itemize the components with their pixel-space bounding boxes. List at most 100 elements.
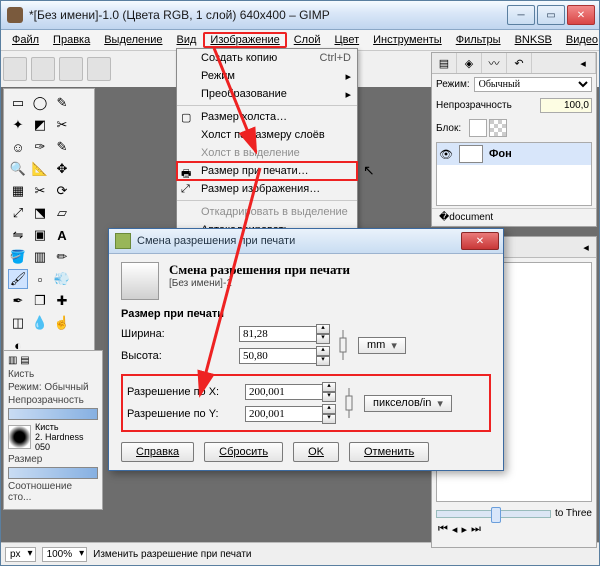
menu-item-canvas-size[interactable]: ▢Размер холста…: [177, 108, 357, 126]
menu-view[interactable]: Вид: [170, 32, 204, 48]
resy-step-up[interactable]: ▴: [322, 404, 336, 414]
tool-perspective-icon[interactable]: ▱: [52, 203, 72, 223]
menu-video[interactable]: Видео: [559, 32, 600, 48]
dialog-close-button[interactable]: ✕: [461, 232, 499, 250]
height-step-down[interactable]: ▾: [316, 356, 330, 366]
menu-file[interactable]: Файл: [5, 32, 46, 48]
tool-options-tab-icon[interactable]: ▤: [20, 355, 29, 366]
tool-measure-icon[interactable]: 📐: [30, 159, 50, 179]
tool-blur-icon[interactable]: 💧: [30, 313, 50, 333]
nav-next-icon[interactable]: ▸: [461, 523, 467, 536]
menu-item-scale[interactable]: ⤢Размер изображения…: [177, 180, 357, 198]
tool-flip-icon[interactable]: ⇋: [8, 225, 28, 245]
tool-free-select-icon[interactable]: ✎: [52, 93, 72, 113]
menu-item-fit-canvas[interactable]: Холст по размеру слоёв: [177, 126, 357, 144]
menu-layer[interactable]: Слой: [287, 32, 328, 48]
tool-heal-icon[interactable]: ✚: [52, 291, 72, 311]
menu-item-print-size[interactable]: 🖶Размер при печати…: [177, 162, 357, 180]
tool-rect-select-icon[interactable]: ▭: [8, 93, 28, 113]
visibility-icon[interactable]: 👁: [439, 148, 453, 161]
nav-prev-icon[interactable]: ◂: [452, 523, 458, 536]
resx-step-down[interactable]: ▾: [322, 392, 336, 402]
tab-paths-icon[interactable]: 〰: [482, 53, 507, 73]
tool-options-tab-icon[interactable]: ▥: [8, 355, 17, 366]
layer-name[interactable]: Фон: [489, 148, 512, 160]
menu-filters[interactable]: Фильтры: [449, 32, 508, 48]
tool-cage-icon[interactable]: ▣: [30, 225, 50, 245]
panel-menu-icon[interactable]: ◂: [576, 237, 596, 257]
mode-select[interactable]: Обычный: [474, 77, 592, 92]
toolbar-icon[interactable]: [87, 57, 111, 81]
help-button[interactable]: Справка: [121, 442, 194, 462]
tool-text-icon[interactable]: A: [52, 225, 72, 245]
zoom-dropdown[interactable]: 100%: [42, 547, 88, 562]
minimize-button[interactable]: ─: [507, 5, 535, 25]
unit-dropdown[interactable]: px: [5, 547, 36, 562]
menu-bnksb[interactable]: BNKSB: [508, 32, 559, 48]
nav-last-icon[interactable]: ⏭: [471, 523, 481, 536]
tool-ellipse-select-icon[interactable]: ◯: [30, 93, 50, 113]
tool-paths-icon[interactable]: ✑: [30, 137, 50, 157]
toolbar-icon[interactable]: [3, 57, 27, 81]
resx-step-up[interactable]: ▴: [322, 382, 336, 392]
tool-align-icon[interactable]: ▦: [8, 181, 28, 201]
dialog-titlebar[interactable]: Смена разрешения при печати ✕: [109, 229, 503, 254]
tool-blend-icon[interactable]: ▥: [30, 247, 50, 267]
tool-rotate-icon[interactable]: ⟳: [52, 181, 72, 201]
menu-item-create-copy[interactable]: Создать копиюCtrl+D: [177, 49, 357, 67]
tool-eraser-icon[interactable]: ▫: [30, 269, 50, 289]
layer-row[interactable]: 👁 Фон: [437, 143, 591, 165]
resy-input[interactable]: [245, 406, 323, 422]
ok-button[interactable]: OK: [293, 442, 339, 462]
size-slider[interactable]: [8, 467, 98, 479]
tool-color-picker-icon[interactable]: ✎: [52, 137, 72, 157]
width-input[interactable]: [239, 326, 317, 342]
tool-shear-icon[interactable]: ⬔: [30, 203, 50, 223]
tool-pencil-icon[interactable]: ✏: [52, 247, 72, 267]
height-input[interactable]: [239, 348, 317, 364]
width-step-down[interactable]: ▾: [316, 334, 330, 344]
brush-preview-icon[interactable]: [8, 425, 31, 449]
mode-value[interactable]: Обычный: [44, 382, 88, 393]
tool-ink-icon[interactable]: ✒: [8, 291, 28, 311]
tool-move-icon[interactable]: ✥: [52, 159, 72, 179]
tool-smudge-icon[interactable]: ☝: [52, 313, 72, 333]
cancel-button[interactable]: Отменить: [349, 442, 429, 462]
lock-alpha-icon[interactable]: [489, 119, 507, 137]
tool-crop-icon[interactable]: ✂: [30, 181, 50, 201]
tool-zoom-icon[interactable]: 🔍: [8, 159, 28, 179]
menu-item-transform[interactable]: Преобразование: [177, 85, 357, 103]
tool-paintbrush-icon[interactable]: 🖌: [8, 269, 28, 289]
resolution-chain-icon[interactable]: [342, 388, 356, 418]
panel-menu-icon[interactable]: ◂: [571, 53, 596, 73]
tool-scale-icon[interactable]: ⤢: [8, 203, 28, 223]
menu-tools[interactable]: Инструменты: [366, 32, 449, 48]
thumbnail-slider[interactable]: [436, 510, 551, 518]
height-step-up[interactable]: ▴: [316, 346, 330, 356]
toolbar-icon[interactable]: [31, 57, 55, 81]
tab-undo-icon[interactable]: ↶: [507, 53, 532, 73]
opacity-slider[interactable]: [8, 408, 98, 420]
resx-input[interactable]: [245, 384, 323, 400]
tool-foreground-icon[interactable]: ☺: [8, 137, 28, 157]
toolbar-icon[interactable]: [59, 57, 83, 81]
menu-item-mode[interactable]: Режим: [177, 67, 357, 85]
width-step-up[interactable]: ▴: [316, 324, 330, 334]
lock-pixels-icon[interactable]: [469, 119, 487, 137]
layer-list[interactable]: 👁 Фон: [436, 142, 592, 206]
close-button[interactable]: ✕: [567, 5, 595, 25]
menu-edit[interactable]: Правка: [46, 32, 97, 48]
tab-layers-icon[interactable]: ▤: [432, 53, 457, 73]
nav-first-icon[interactable]: ⏮: [438, 523, 448, 536]
menu-color[interactable]: Цвет: [327, 32, 366, 48]
reset-button[interactable]: Сбросить: [204, 442, 283, 462]
layer-new-icon[interactable]: �document: [439, 212, 493, 223]
maximize-button[interactable]: ▭: [537, 5, 565, 25]
resy-step-down[interactable]: ▾: [322, 414, 336, 424]
opacity-value[interactable]: 100,0: [540, 98, 592, 113]
tool-fuzzy-select-icon[interactable]: ✦: [8, 115, 28, 135]
tool-perspective-clone-icon[interactable]: ◫: [8, 313, 28, 333]
menu-image[interactable]: Изображение: [203, 32, 286, 48]
tool-airbrush-icon[interactable]: 💨: [52, 269, 72, 289]
size-chain-icon[interactable]: [336, 330, 350, 360]
